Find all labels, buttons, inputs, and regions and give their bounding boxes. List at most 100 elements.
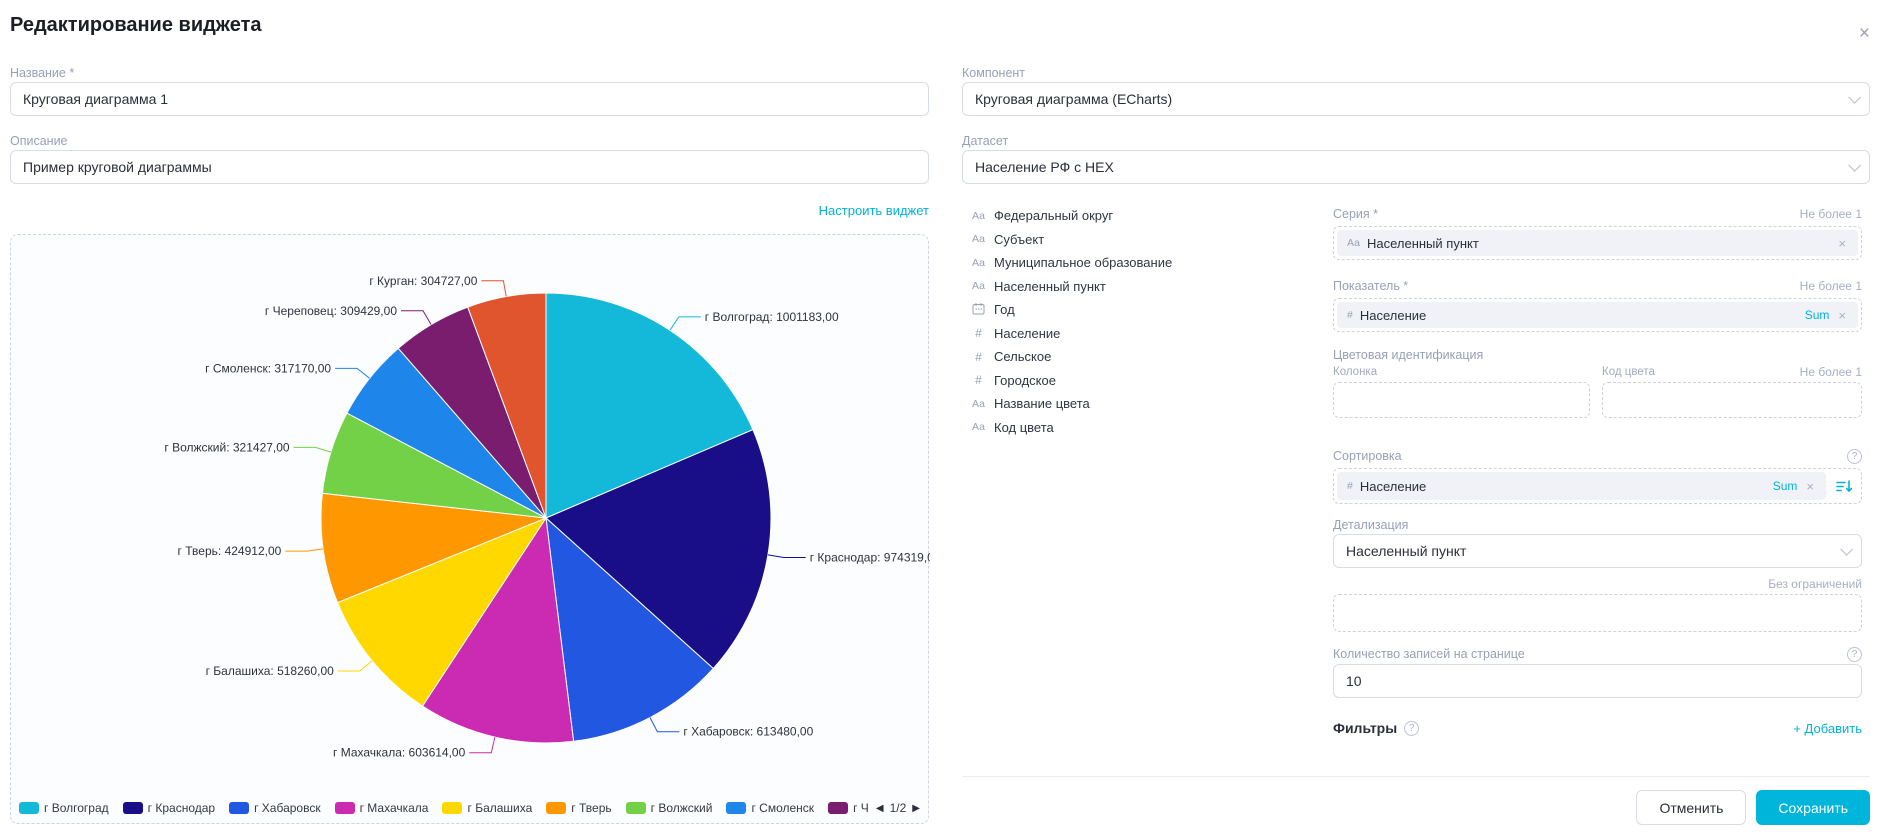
drilldown-select[interactable]: Населенный пункт (1333, 534, 1862, 568)
sorting-help-icon[interactable]: ? (1847, 449, 1862, 464)
metric-chip[interactable]: # Население Sum × (1337, 302, 1858, 328)
field-item[interactable]: Год (970, 298, 1322, 322)
legend-swatch (546, 802, 566, 814)
pie-label-line (335, 368, 370, 378)
pie-slice-label: г Смоленск: 317170,00 (205, 361, 331, 375)
dataset-fields-list: АаФедеральный округАаСубъектАаМуниципаль… (970, 204, 1322, 439)
cancel-button[interactable]: Отменить (1636, 790, 1746, 825)
pie-slice-label: г Тверь: 424912,00 (178, 544, 282, 558)
text-field-icon: Аа (970, 233, 987, 245)
field-item[interactable]: #Население (970, 322, 1322, 346)
add-filter-button[interactable]: + Добавить (1793, 721, 1862, 736)
calendar-icon (970, 302, 987, 318)
field-item[interactable]: АаСубъект (970, 228, 1322, 252)
pie-label-line (650, 718, 679, 732)
field-item[interactable]: АаМуниципальное образование (970, 251, 1322, 275)
legend-label: г Балашиха (467, 801, 532, 815)
pie-label-line (294, 447, 331, 452)
legend-next-button[interactable]: ▶ (912, 803, 920, 814)
metric-chip-label: Население (1360, 308, 1426, 323)
legend-label: г Смоленск (751, 801, 814, 815)
field-item[interactable]: #Городское (970, 369, 1322, 393)
legend-item[interactable]: г Балашиха (442, 801, 532, 815)
sorting-dropzone[interactable]: # Население Sum × (1333, 468, 1862, 504)
config-panel: Серия * Не более 1 Аа Населенный пункт ×… (1333, 200, 1862, 736)
dataset-select[interactable]: Население РФ с HEX (962, 150, 1870, 184)
legend-swatch (335, 802, 355, 814)
series-limit-label: Не более 1 (1800, 207, 1862, 221)
colorcode-sublabel: Код цвета (1590, 366, 1800, 378)
legend-item[interactable]: г Краснодар (123, 801, 215, 815)
legend-label: г Волгоград (44, 801, 109, 815)
close-icon[interactable]: × (1859, 24, 1870, 43)
legend-item[interactable]: г Хабаровск (229, 801, 321, 815)
name-input[interactable] (10, 82, 929, 116)
pie-slice-label: г Волжский: 321427,00 (164, 440, 290, 454)
component-select[interactable]: Круговая диаграмма (ECharts) (962, 82, 1870, 116)
chart-legend: г Волгоград г Краснодар г Хабаровск г Махач… (19, 796, 920, 820)
pie-label-line (670, 317, 701, 330)
field-item[interactable]: АаНазвание цвета (970, 392, 1322, 416)
legend-prev-button[interactable]: ◀ (876, 803, 884, 814)
legend-item[interactable]: г Махачкала (335, 801, 429, 815)
field-label: Код цвета (994, 420, 1054, 435)
legend-item[interactable]: г Волжский (626, 801, 713, 815)
pie-slice-label: г Хабаровск: 613480,00 (683, 725, 813, 739)
pie-slice-label: г Волгоград: 1001183,00 (705, 310, 839, 324)
field-item[interactable]: Аа Код цвета (970, 416, 1322, 440)
page-size-input[interactable] (1333, 664, 1862, 698)
color-code-dropzone[interactable] (1602, 382, 1862, 418)
number-field-icon: # (970, 373, 987, 387)
series-dropzone[interactable]: Аа Населенный пункт × (1333, 226, 1862, 260)
chip-remove-icon[interactable]: × (1836, 308, 1848, 323)
filters-help-icon[interactable]: ? (1404, 721, 1419, 736)
field-label: Название цвета (994, 396, 1090, 411)
right-column: Компонент Круговая диаграмма (ECharts) Д… (962, 66, 1870, 184)
sum-aggregation-badge[interactable]: Sum (1805, 308, 1830, 322)
footer-buttons: Отменить Сохранить (962, 790, 1870, 825)
metric-dropzone[interactable]: # Население Sum × (1333, 298, 1862, 332)
legend-swatch (19, 802, 39, 814)
field-label: Год (994, 302, 1015, 317)
chevron-down-icon (1840, 543, 1853, 556)
pie-chart: г Волгоград: 1001183,00г Краснодар: 9743… (11, 235, 930, 790)
legend-label: г Череповец (853, 801, 868, 815)
number-field-icon: # (1347, 309, 1353, 321)
legend-swatch (123, 802, 143, 814)
field-item[interactable]: #Сельское (970, 345, 1322, 369)
sort-descending-icon[interactable] (1830, 472, 1858, 500)
chip-remove-icon[interactable]: × (1804, 479, 1816, 494)
legend-item[interactable]: г Волгоград (19, 801, 109, 815)
sum-aggregation-badge[interactable]: Sum (1773, 479, 1798, 493)
pie-label-line (285, 549, 323, 551)
legend-item[interactable]: г Тверь (546, 801, 611, 815)
legend-items: г Волгоград г Краснодар г Хабаровск г Махач… (19, 801, 868, 815)
legend-pager: ◀ 1/2 ▶ (876, 801, 920, 815)
drilldown-select-value: Населенный пункт (1346, 543, 1466, 559)
legend-item[interactable]: г Смоленск (726, 801, 814, 815)
chip-remove-icon[interactable]: × (1836, 236, 1848, 251)
pie-label-line (401, 311, 431, 325)
series-label: Серия * (1333, 207, 1378, 221)
pie-slice-label: г Череповец: 309429,00 (265, 304, 397, 318)
text-field-icon: Аа (970, 421, 987, 433)
left-column: Название * Описание Настроить виджет г В… (10, 66, 929, 824)
configure-widget-link[interactable]: Настроить виджет (819, 203, 929, 218)
field-item[interactable]: АаНаселенный пункт (970, 275, 1322, 299)
series-chip-label: Населенный пункт (1367, 236, 1479, 251)
page-size-help-icon[interactable]: ? (1847, 647, 1862, 662)
limit-dropzone[interactable] (1333, 594, 1862, 632)
sorting-chip[interactable]: # Население Sum × (1337, 472, 1826, 500)
color-column-dropzone[interactable] (1333, 382, 1590, 418)
legend-item[interactable]: г Череповец (828, 801, 868, 815)
description-input[interactable] (10, 150, 929, 184)
legend-swatch (626, 802, 646, 814)
component-label: Компонент (962, 66, 1870, 80)
pie-label-line (768, 555, 806, 558)
legend-swatch (229, 802, 249, 814)
legend-swatch (442, 802, 462, 814)
field-item[interactable]: АаФедеральный округ (970, 204, 1322, 228)
save-button[interactable]: Сохранить (1756, 790, 1870, 825)
field-label: Населенный пункт (994, 279, 1106, 294)
series-chip[interactable]: Аа Населенный пункт × (1337, 230, 1858, 256)
